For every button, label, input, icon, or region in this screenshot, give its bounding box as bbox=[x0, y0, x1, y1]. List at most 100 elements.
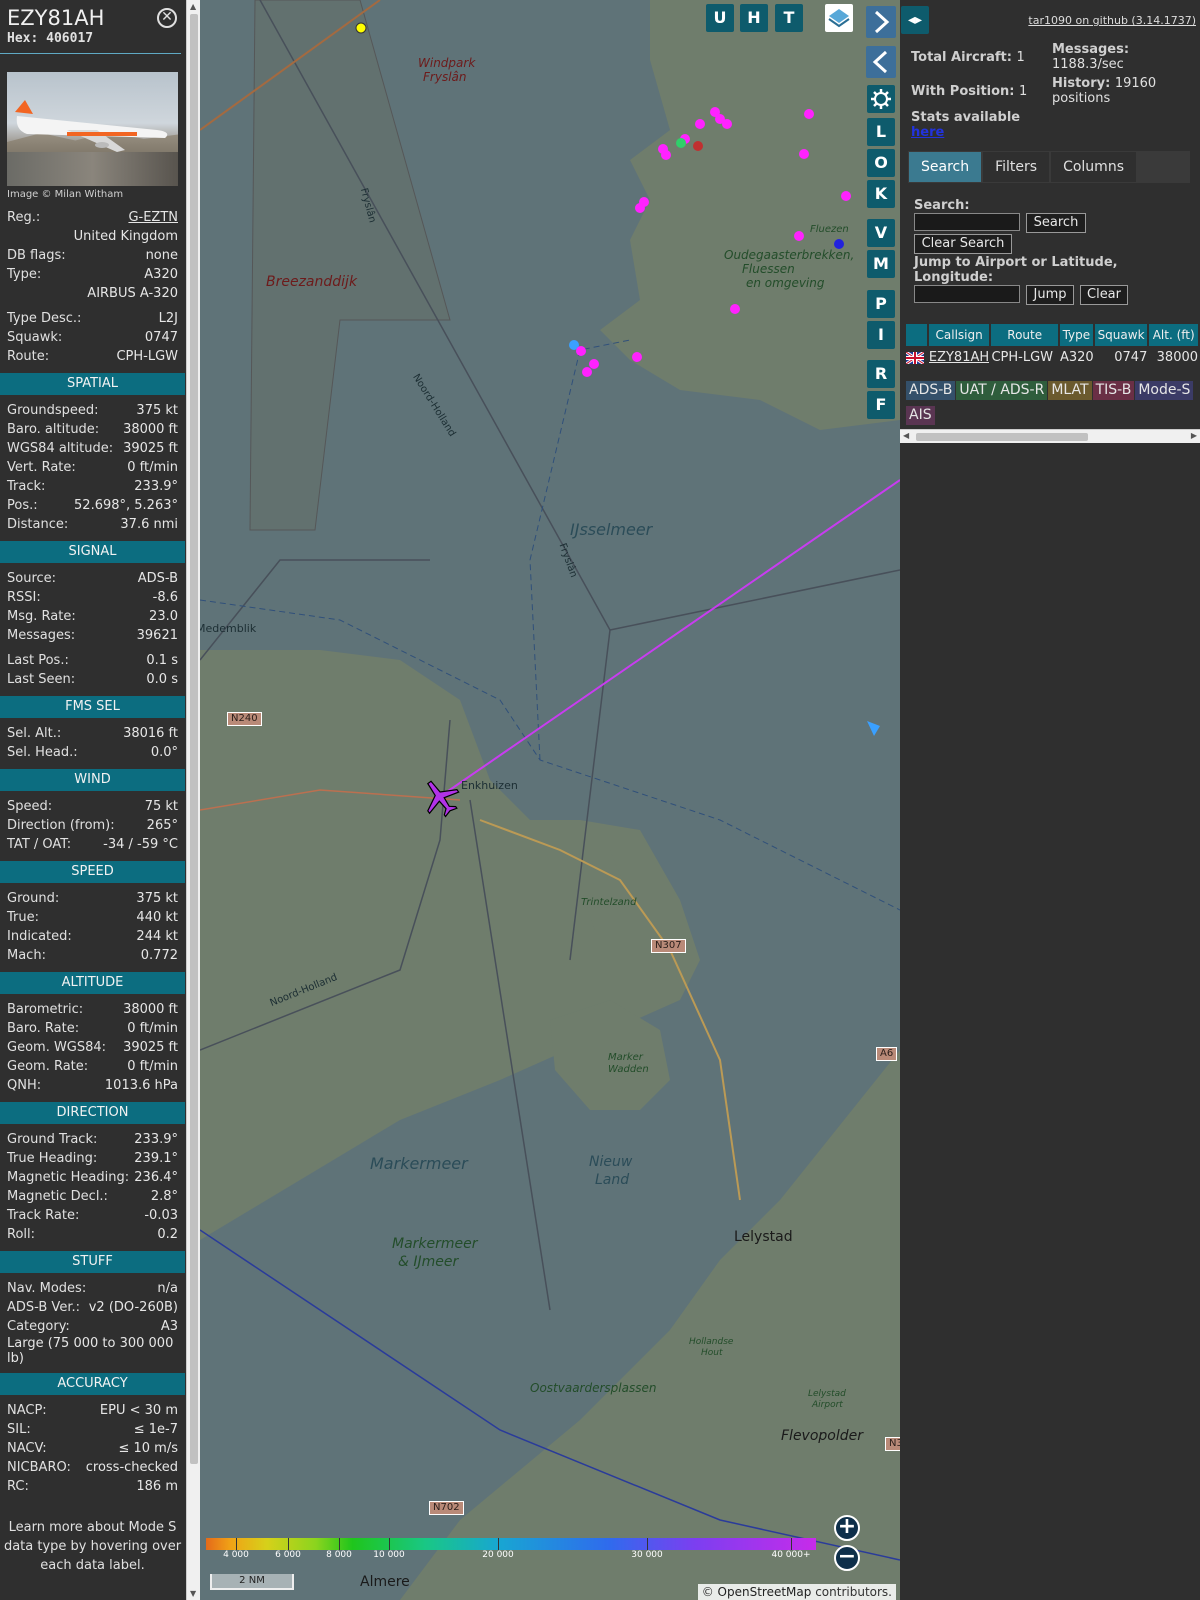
info-row-label[interactable]: Distance: bbox=[7, 515, 68, 534]
road-n307: N307 bbox=[651, 939, 686, 953]
label-oudega-1: Oudegaasterbrekken, bbox=[724, 248, 855, 262]
layers-icon[interactable] bbox=[825, 4, 853, 32]
info-row-label[interactable]: Pos.: bbox=[7, 496, 38, 515]
table-horizontal-scrollbar[interactable]: ◀ ▶ bbox=[900, 429, 1200, 443]
scroll-down-icon[interactable]: ▼ bbox=[190, 1589, 196, 1598]
chevron-right-icon[interactable] bbox=[866, 6, 896, 38]
info-row-label[interactable]: Barometric: bbox=[7, 1000, 83, 1019]
map-button-f[interactable]: F bbox=[867, 391, 895, 419]
expand-sidebar-icon[interactable]: ◂▸ bbox=[901, 6, 929, 34]
col-altitude[interactable]: Alt. (ft) bbox=[1149, 324, 1199, 346]
col-callsign[interactable]: Callsign bbox=[928, 324, 990, 346]
jump-button[interactable]: Jump bbox=[1026, 285, 1074, 305]
info-row-label[interactable]: TAT / OAT: bbox=[7, 835, 71, 854]
info-row-label[interactable]: Roll: bbox=[7, 1225, 35, 1244]
github-link[interactable]: tar1090 on github (3.14.1737) bbox=[1028, 14, 1196, 27]
chevron-left-icon[interactable] bbox=[866, 46, 896, 78]
zoom-in-icon[interactable]: + bbox=[834, 1515, 860, 1541]
scroll-right-icon[interactable]: ▶ bbox=[1191, 431, 1197, 440]
close-icon[interactable]: ✕ bbox=[157, 8, 177, 28]
hscroll-thumb[interactable] bbox=[916, 433, 1088, 441]
info-row-label[interactable]: RSSI: bbox=[7, 588, 41, 607]
info-row-label[interactable]: Magnetic Decl.: bbox=[7, 1187, 108, 1206]
info-row-label[interactable]: Groundspeed: bbox=[7, 401, 98, 420]
info-row-label[interactable]: ADS-B Ver.: bbox=[7, 1298, 80, 1317]
jump-input[interactable] bbox=[914, 285, 1020, 303]
info-row-label[interactable]: NACV: bbox=[7, 1439, 47, 1458]
clear-button[interactable]: Clear bbox=[1080, 285, 1128, 305]
tab-filters[interactable]: Filters bbox=[983, 152, 1050, 182]
info-row-label[interactable]: Nav. Modes: bbox=[7, 1279, 86, 1298]
info-row-label[interactable]: NACP: bbox=[7, 1401, 47, 1420]
info-row-label[interactable]: Sel. Head.: bbox=[7, 743, 78, 762]
info-row-label[interactable]: Ground: bbox=[7, 889, 59, 908]
info-row-label[interactable]: True: bbox=[7, 908, 39, 927]
search-button[interactable]: Search bbox=[1026, 213, 1086, 233]
map-button-v[interactable]: V bbox=[867, 219, 895, 247]
tab-search[interactable]: Search bbox=[909, 152, 982, 182]
info-row-label[interactable]: Ground Track: bbox=[7, 1130, 97, 1149]
scroll-thumb[interactable] bbox=[190, 14, 198, 1464]
scroll-up-icon[interactable]: ▲ bbox=[190, 2, 196, 11]
info-panel-scrollbar[interactable]: ▲ ▼ bbox=[186, 0, 200, 1600]
info-row-label[interactable]: Vert. Rate: bbox=[7, 458, 76, 477]
info-row-label[interactable]: Sel. Alt.: bbox=[7, 724, 61, 743]
clear-search-button[interactable]: Clear Search bbox=[914, 234, 1012, 254]
info-row-label[interactable]: QNH: bbox=[7, 1076, 41, 1095]
info-row-label[interactable]: RC: bbox=[7, 1477, 29, 1496]
map-button-h[interactable]: H bbox=[740, 4, 768, 32]
map-button-r[interactable]: R bbox=[867, 360, 895, 388]
settings-gear-icon[interactable] bbox=[867, 85, 895, 113]
info-row-label[interactable]: Track: bbox=[7, 477, 45, 496]
info-row: Last Seen: 0.0 s bbox=[0, 670, 185, 689]
info-row-label[interactable]: Messages: bbox=[7, 626, 75, 645]
info-row-label[interactable]: Last Pos.: bbox=[7, 651, 69, 670]
stats-link[interactable]: here bbox=[911, 125, 1020, 140]
aircraft-photo[interactable] bbox=[7, 72, 178, 186]
info-row-label[interactable]: NICBARO: bbox=[7, 1458, 71, 1477]
route-row: Route: CPH-LGW bbox=[0, 347, 185, 366]
map-button-t[interactable]: T bbox=[775, 4, 803, 32]
info-row-label[interactable]: Direction (from): bbox=[7, 816, 115, 835]
info-row-label[interactable]: Geom. Rate: bbox=[7, 1057, 88, 1076]
info-row-label[interactable]: Last Seen: bbox=[7, 670, 75, 689]
tab-columns[interactable]: Columns bbox=[1051, 152, 1136, 182]
map-button-p[interactable]: P bbox=[867, 290, 895, 318]
info-row-label[interactable]: Geom. WGS84: bbox=[7, 1038, 106, 1057]
info-row-label[interactable]: Source: bbox=[7, 569, 56, 588]
info-row-label[interactable]: Baro. Rate: bbox=[7, 1019, 79, 1038]
map-button-o[interactable]: O bbox=[867, 149, 895, 177]
col-type[interactable]: Type bbox=[1059, 324, 1093, 346]
map-button-i[interactable]: I bbox=[867, 321, 895, 349]
map-button-u[interactable]: U bbox=[706, 4, 734, 32]
col-route[interactable]: Route bbox=[991, 324, 1058, 346]
info-row-label[interactable]: SIL: bbox=[7, 1420, 31, 1439]
selected-callsign: EZY81AH bbox=[7, 6, 105, 30]
info-row-label[interactable]: Track Rate: bbox=[7, 1206, 79, 1225]
section-speed: SPEED bbox=[0, 861, 185, 883]
info-row-label[interactable]: Baro. altitude: bbox=[7, 420, 99, 439]
scroll-left-icon[interactable]: ◀ bbox=[903, 431, 909, 440]
map-button-m[interactable]: M bbox=[867, 250, 895, 278]
info-row-label[interactable]: Category: bbox=[7, 1317, 70, 1336]
map-view[interactable]: Windpark Fryslân Breezanddijk Fryslân No… bbox=[200, 0, 900, 1600]
row-callsign[interactable]: EZY81AH bbox=[929, 348, 990, 368]
info-row-label[interactable]: Magnetic Heading: bbox=[7, 1168, 129, 1187]
zoom-out-icon[interactable]: − bbox=[834, 1545, 860, 1571]
reg-link[interactable]: G-EZTN bbox=[128, 208, 178, 227]
info-row-label[interactable]: Msg. Rate: bbox=[7, 607, 76, 626]
info-row-label[interactable]: WGS84 altitude: bbox=[7, 439, 113, 458]
info-row-value: 37.6 nmi bbox=[120, 517, 178, 532]
col-squawk[interactable]: Squawk bbox=[1094, 324, 1148, 346]
attribution-link[interactable]: OpenStreetMap bbox=[718, 1585, 812, 1599]
table-row[interactable]: EZY81AH CPH-LGW A320 0747 38000 bbox=[906, 348, 1200, 368]
info-row-label[interactable]: Indicated: bbox=[7, 927, 72, 946]
search-input[interactable] bbox=[914, 213, 1020, 231]
label-enkhuizen: Enkhuizen bbox=[461, 779, 518, 792]
map-button-k[interactable]: K bbox=[867, 180, 895, 208]
info-row-label[interactable]: Mach: bbox=[7, 946, 46, 965]
uk-flag-icon bbox=[906, 348, 927, 368]
info-row-label[interactable]: True Heading: bbox=[7, 1149, 97, 1168]
info-row-label[interactable]: Speed: bbox=[7, 797, 52, 816]
map-button-l[interactable]: L bbox=[867, 118, 895, 146]
